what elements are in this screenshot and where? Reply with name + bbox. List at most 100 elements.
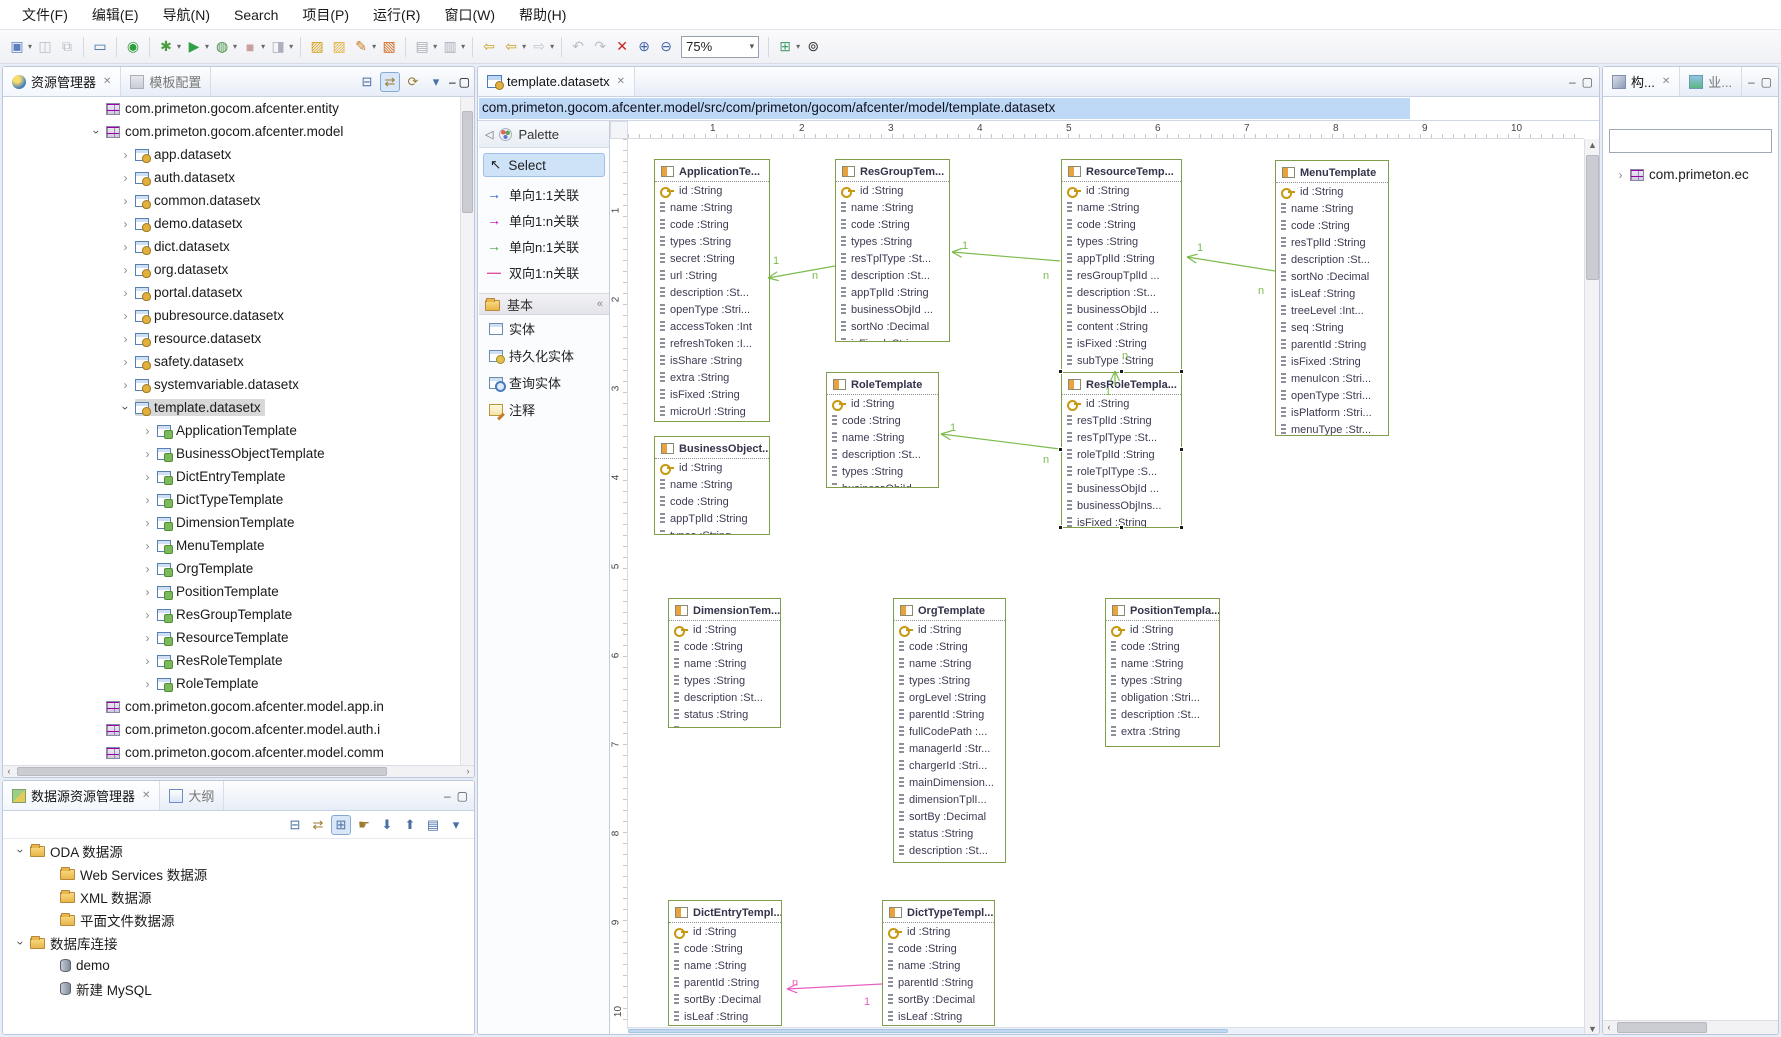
entity-field[interactable]: id :String [1106, 621, 1219, 638]
entity-ApplicationTe[interactable]: ApplicationTe...id :Stringname :Stringco… [654, 159, 770, 422]
entity-field[interactable]: name :String [655, 476, 769, 493]
palette-group-basic[interactable]: 基本 « [479, 293, 609, 315]
chevron-collapsed-icon[interactable]: › [138, 516, 157, 530]
chevron-collapsed-icon[interactable]: › [138, 631, 157, 645]
entity-field[interactable]: id :String [894, 621, 1005, 638]
tree-item-ODA-数据源[interactable]: ›ODA 数据源 [3, 839, 474, 862]
minimize-icon[interactable]: – [449, 75, 456, 89]
entity-field[interactable]: isFixed :String [655, 386, 769, 403]
run-coverage-icon[interactable]: ◍ [212, 37, 232, 57]
selection-handle[interactable] [1058, 369, 1063, 374]
connection-dicttype-to-dictentry[interactable]: n1 [787, 977, 882, 1008]
entity-field[interactable]: description :St... [827, 446, 938, 463]
minimize-icon[interactable]: – [1569, 75, 1576, 89]
filter-input[interactable] [1609, 129, 1772, 153]
entity-field[interactable]: parentId :String [894, 706, 1005, 723]
entity-field[interactable]: id :String [836, 182, 949, 199]
tree-item-com-primeton-gocom-afcenter-model-comm[interactable]: com.primeton.gocom.afcenter.model.comm [3, 741, 460, 764]
tree-item-resource-datasetx[interactable]: ›resource.datasetx [3, 327, 460, 350]
entity-field[interactable]: description :St... [1062, 284, 1181, 301]
new-task-icon[interactable]: ▤ [412, 37, 432, 57]
chevron-collapsed-icon[interactable]: › [138, 677, 157, 691]
entity-field[interactable]: isFixed :String [1276, 353, 1388, 370]
entity-field[interactable]: types :String [669, 672, 780, 689]
stop-icon[interactable]: ■ [240, 37, 260, 57]
canvas-vscrollbar[interactable]: ▲ ▼ [1584, 139, 1600, 1035]
entity-field[interactable]: appTplId :String [1062, 250, 1181, 267]
import-folder-icon[interactable]: ▧ [379, 37, 399, 57]
minimize-icon[interactable]: – [1748, 75, 1755, 89]
entity-field[interactable]: name :String [1062, 199, 1181, 216]
zoom-in-icon[interactable]: ⊕ [634, 37, 654, 57]
tree-item-PositionTemplate[interactable]: ›PositionTemplate [3, 580, 460, 603]
maximize-icon[interactable]: ▢ [1761, 75, 1772, 89]
entity-field[interactable]: parentId :String [883, 974, 994, 991]
entity-field[interactable]: resGroupTplId ... [1062, 267, 1181, 284]
menu-item[interactable]: 文件(F) [10, 1, 80, 29]
entity-field[interactable]: description :St... [894, 842, 1005, 859]
dropdown-arrow-icon[interactable]: ▾ [461, 42, 465, 51]
entity-field[interactable]: resTplId :String [1062, 412, 1181, 429]
chevron-collapsed-icon[interactable]: › [116, 240, 135, 254]
palette-tool-单向n:1关联[interactable]: →单向n:1关联 [479, 233, 609, 259]
entity-field[interactable]: businessObjId ... [1062, 301, 1181, 318]
chevron-collapsed-icon[interactable]: › [138, 654, 157, 668]
selection-handle[interactable] [1119, 525, 1124, 530]
view-menu-icon[interactable]: ▾ [446, 815, 466, 835]
start-server-icon[interactable]: ◉ [123, 37, 143, 57]
selection-handle[interactable] [1179, 369, 1184, 374]
entity-field[interactable]: businessObjIns... [1062, 497, 1181, 514]
entity-field[interactable]: id :String [883, 923, 994, 940]
entity-field[interactable]: id :String [669, 923, 781, 940]
tree-item-com-primeton-gocom-afcenter-model-app-in[interactable]: com.primeton.gocom.afcenter.model.app.in [3, 695, 460, 718]
explorer-tab-模板配置[interactable]: 模板配置 [121, 67, 211, 96]
entity-field[interactable]: name :String [655, 199, 769, 216]
entity-field[interactable]: description :St... [655, 284, 769, 301]
minimize-icon[interactable]: – [444, 789, 451, 803]
scroll-left-icon[interactable]: ‹ [1603, 1022, 1615, 1033]
tree-item-DictEntryTemplate[interactable]: ›DictEntryTemplate [3, 465, 460, 488]
tree-item-demo[interactable]: demo [3, 954, 474, 977]
chevron-collapsed-icon[interactable]: › [116, 355, 135, 369]
entity-field[interactable]: code :String [1276, 217, 1388, 234]
save-all-icon[interactable]: ⧉ [57, 37, 77, 57]
tree-item-common-datasetx[interactable]: ›common.datasetx [3, 189, 460, 212]
collapse-all-icon[interactable]: ⊟ [357, 72, 377, 92]
undo-icon[interactable]: ↶ [568, 37, 588, 57]
entity-field[interactable]: isFixed :String [1062, 335, 1181, 352]
chevron-expanded-icon[interactable]: › [90, 122, 104, 141]
chevron-collapsed-icon[interactable]: › [116, 378, 135, 392]
entity-field[interactable]: types :String [1062, 233, 1181, 250]
back-icon[interactable]: ⇦ [501, 37, 521, 57]
marker-icon[interactable]: ✎ [351, 37, 371, 57]
chevron-collapsed-icon[interactable]: › [138, 539, 157, 553]
save-profiles-icon[interactable]: ▤ [423, 815, 443, 835]
tree-item-ResGroupTemplate[interactable]: ›ResGroupTemplate [3, 603, 460, 626]
entity-field[interactable]: menuIcon :Stri... [1276, 370, 1388, 387]
selection-handle[interactable] [1058, 447, 1063, 452]
chevron-expanded-icon[interactable]: › [119, 398, 133, 417]
entity-field[interactable]: code :String [669, 940, 781, 957]
entity-field[interactable]: id :String [655, 182, 769, 199]
entity-field[interactable]: name :String [827, 429, 938, 446]
entity-field[interactable]: id :String [827, 395, 938, 412]
palette-tool-单向1:1关联[interactable]: →单向1:1关联 [479, 181, 609, 207]
tree-item-新建-MySQL[interactable]: 新建 MySQL [3, 977, 474, 1000]
scroll-up-icon[interactable]: ▲ [1586, 140, 1599, 151]
tree-item-demo-datasetx[interactable]: ›demo.datasetx [3, 212, 460, 235]
entity-field[interactable]: status :String [894, 825, 1005, 842]
dropdown-arrow-icon[interactable]: ▾ [796, 42, 800, 51]
entity-field[interactable]: code :String [827, 412, 938, 429]
entity-field[interactable]: menuType :Str... [1276, 421, 1388, 436]
menu-item[interactable]: 导航(N) [151, 1, 222, 29]
right-tab-构-[interactable]: 构...✕ [1603, 67, 1680, 96]
entity-field[interactable]: microUrl :String [655, 403, 769, 420]
entity-field[interactable]: parentId :String [1276, 336, 1388, 353]
chevron-collapsed-icon[interactable]: › [116, 309, 135, 323]
entity-field[interactable]: isLeaf :String [669, 1008, 781, 1025]
entity-field[interactable]: types :String [836, 233, 949, 250]
chevron-collapsed-icon[interactable]: › [138, 493, 157, 507]
palette-header[interactable]: ◁ Palette [479, 121, 609, 148]
menu-item[interactable]: Search [222, 3, 290, 27]
entity-field[interactable]: chargerId :Stri... [894, 757, 1005, 774]
